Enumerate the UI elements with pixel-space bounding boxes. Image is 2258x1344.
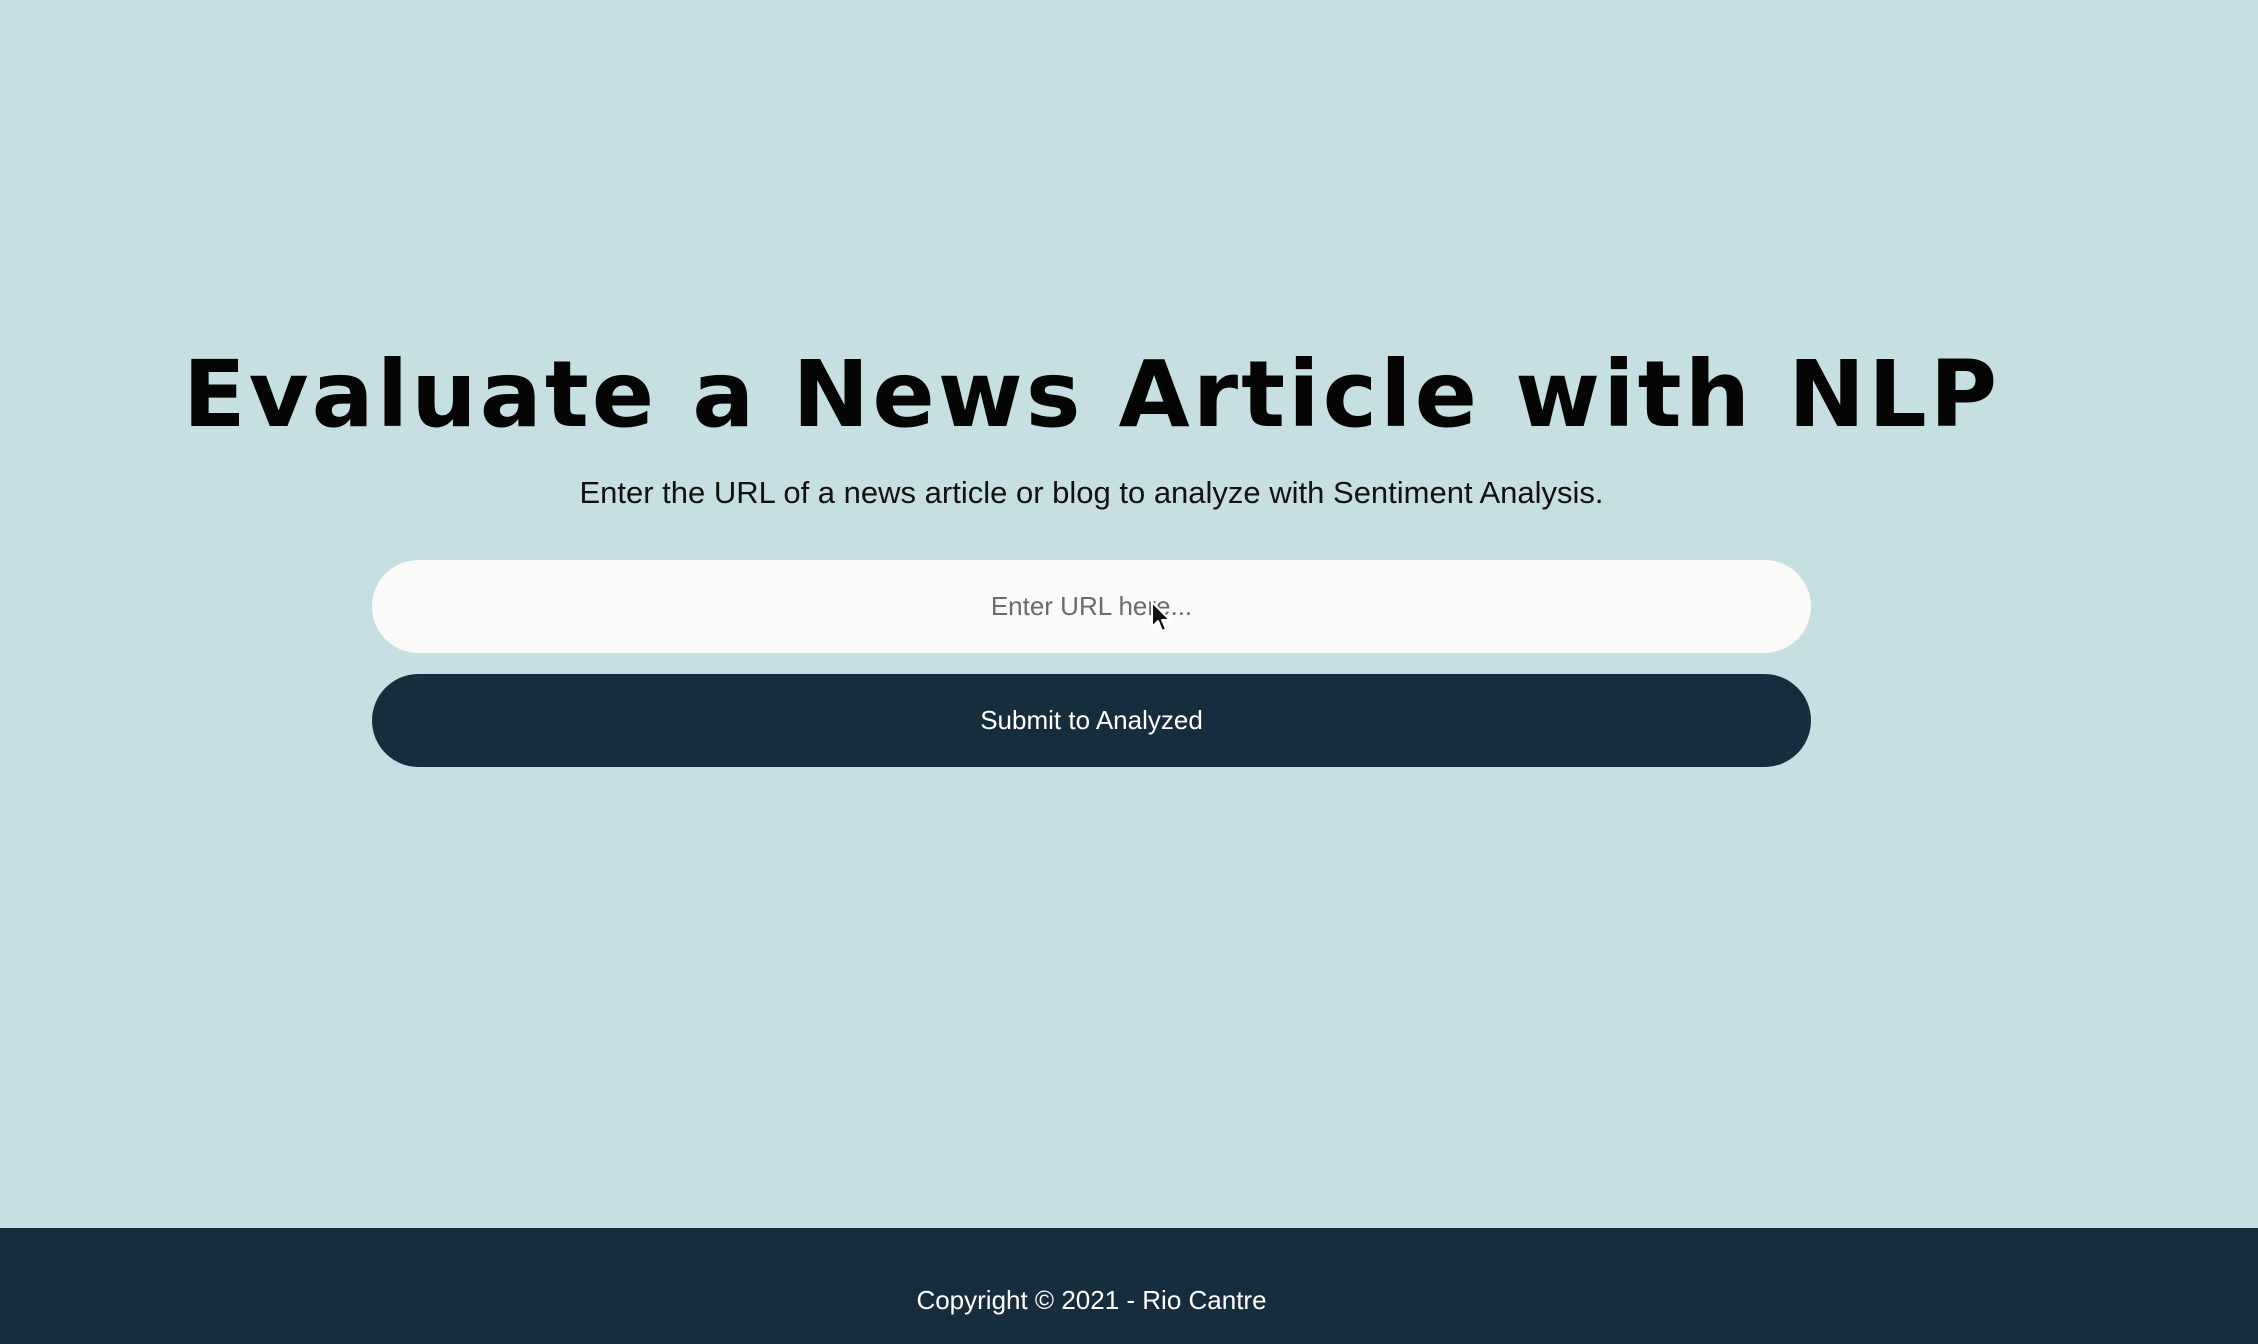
mouse-pointer-icon — [1151, 601, 1171, 632]
page-subtitle: Enter the URL of a news article or blog … — [579, 475, 1604, 510]
page-title: Evaluate a News Article with NLP — [182, 341, 2001, 448]
url-input[interactable] — [372, 560, 1811, 653]
main-content: Evaluate a News Article with NLP Enter t… — [0, 0, 2258, 1228]
copyright-text: Copyright © 2021 - Rio Cantre — [916, 1285, 1267, 1315]
submit-button[interactable]: Submit to Analyzed — [372, 674, 1811, 767]
